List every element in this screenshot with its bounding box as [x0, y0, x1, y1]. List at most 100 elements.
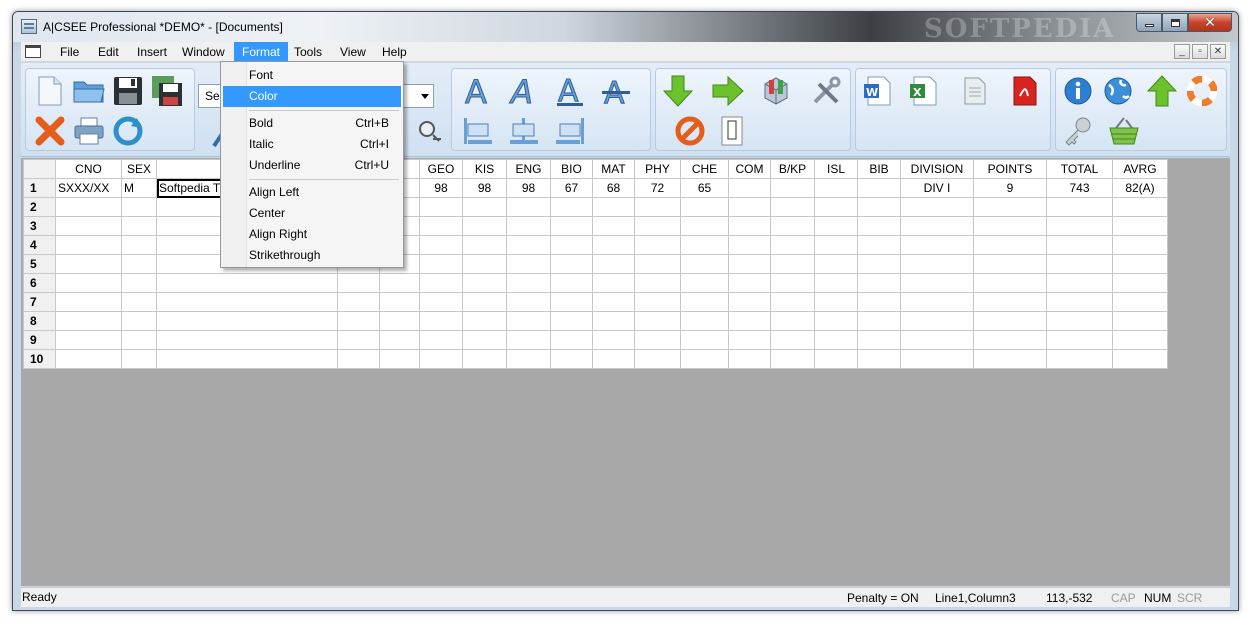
menu-item-strikethrough[interactable]: Strikethrough [223, 245, 401, 266]
cell[interactable] [592, 311, 635, 331]
cell-kis[interactable]: 98 [462, 178, 507, 198]
cell[interactable] [770, 292, 815, 312]
cell[interactable] [900, 197, 974, 217]
strikethrough-a-button[interactable]: A [600, 75, 632, 107]
cell[interactable] [156, 292, 338, 312]
cell[interactable] [973, 292, 1047, 312]
row-number[interactable]: 7 [23, 292, 56, 312]
stop-button[interactable] [674, 115, 706, 147]
cell[interactable] [419, 349, 463, 369]
cell-cno[interactable]: SXXX/XX [55, 178, 122, 198]
cell[interactable] [634, 254, 681, 274]
cell[interactable] [156, 273, 338, 293]
cell[interactable] [814, 273, 858, 293]
menu-item-font[interactable]: Font [223, 65, 401, 86]
cell[interactable] [1112, 254, 1168, 274]
cell-com[interactable] [728, 178, 771, 198]
column-header[interactable]: PHY [634, 159, 681, 179]
cell[interactable] [814, 311, 858, 331]
cell[interactable] [337, 273, 380, 293]
delete-button[interactable] [34, 115, 66, 147]
cell[interactable] [680, 330, 729, 350]
cell[interactable] [770, 216, 815, 236]
cell[interactable] [857, 330, 901, 350]
column-header[interactable]: GEO [419, 159, 463, 179]
cell[interactable] [550, 197, 593, 217]
row-number[interactable]: 2 [23, 197, 56, 217]
export-word-button[interactable]: W [862, 75, 894, 107]
cell[interactable] [419, 254, 463, 274]
cell[interactable] [770, 330, 815, 350]
cell[interactable] [550, 273, 593, 293]
toggle-button[interactable] [716, 115, 748, 147]
cell-bkp[interactable] [770, 178, 815, 198]
cell[interactable] [857, 349, 901, 369]
cell[interactable] [728, 235, 771, 255]
column-header[interactable]: AVRG [1112, 159, 1168, 179]
cell[interactable] [419, 273, 463, 293]
cell[interactable] [462, 235, 507, 255]
row-number[interactable]: 1 [23, 178, 56, 198]
open-folder-button[interactable] [73, 75, 105, 107]
cell[interactable] [973, 197, 1047, 217]
row-number[interactable]: 4 [23, 235, 56, 255]
cell[interactable] [156, 330, 338, 350]
cell[interactable] [55, 254, 122, 274]
row-number[interactable]: 3 [23, 216, 56, 236]
cell-avrg[interactable]: 82(A) [1112, 178, 1168, 198]
cell[interactable] [592, 349, 635, 369]
cell[interactable] [680, 311, 729, 331]
menu-item-center[interactable]: Center [223, 203, 401, 224]
cell[interactable] [973, 330, 1047, 350]
column-header[interactable]: POINTS [973, 159, 1047, 179]
cell[interactable] [680, 216, 729, 236]
cell[interactable] [592, 254, 635, 274]
cell[interactable] [506, 330, 551, 350]
cell[interactable] [680, 197, 729, 217]
cell[interactable] [592, 235, 635, 255]
cell[interactable] [814, 197, 858, 217]
cell[interactable] [121, 349, 157, 369]
cell[interactable] [55, 197, 122, 217]
cell[interactable] [1046, 311, 1113, 331]
menu-item-align-left[interactable]: Align Left [223, 182, 401, 203]
cell[interactable] [634, 349, 681, 369]
cell[interactable] [900, 273, 974, 293]
cell-phy[interactable]: 72 [634, 178, 681, 198]
cell[interactable] [379, 349, 420, 369]
cell[interactable] [550, 311, 593, 331]
cell[interactable] [419, 292, 463, 312]
cell[interactable] [462, 330, 507, 350]
cell-che[interactable]: 65 [680, 178, 729, 198]
cell[interactable] [550, 216, 593, 236]
cell[interactable] [121, 330, 157, 350]
cell[interactable] [506, 273, 551, 293]
cell[interactable] [973, 273, 1047, 293]
cell[interactable] [550, 330, 593, 350]
support-button[interactable] [1186, 75, 1218, 107]
column-header[interactable]: MAT [592, 159, 635, 179]
cell[interactable] [1046, 197, 1113, 217]
menu-window[interactable]: Window [177, 45, 230, 59]
cell[interactable] [900, 349, 974, 369]
cell[interactable] [900, 311, 974, 331]
cell[interactable] [728, 254, 771, 274]
cell[interactable] [900, 254, 974, 274]
cell[interactable] [900, 216, 974, 236]
settings-tools-button[interactable] [810, 75, 842, 107]
cell[interactable] [592, 197, 635, 217]
cell[interactable] [550, 292, 593, 312]
cell[interactable] [770, 254, 815, 274]
cell[interactable] [1112, 349, 1168, 369]
cell[interactable] [814, 254, 858, 274]
row-number[interactable]: 5 [23, 254, 56, 274]
cell[interactable] [379, 273, 420, 293]
cell[interactable] [857, 197, 901, 217]
info-button[interactable] [1062, 75, 1094, 107]
cell[interactable] [814, 330, 858, 350]
cell[interactable] [462, 349, 507, 369]
cell[interactable] [121, 235, 157, 255]
cell[interactable] [1112, 216, 1168, 236]
title-bar[interactable]: A|CSEE Professional *DEMO* - [Documents]… [13, 12, 1238, 44]
cell[interactable] [121, 292, 157, 312]
